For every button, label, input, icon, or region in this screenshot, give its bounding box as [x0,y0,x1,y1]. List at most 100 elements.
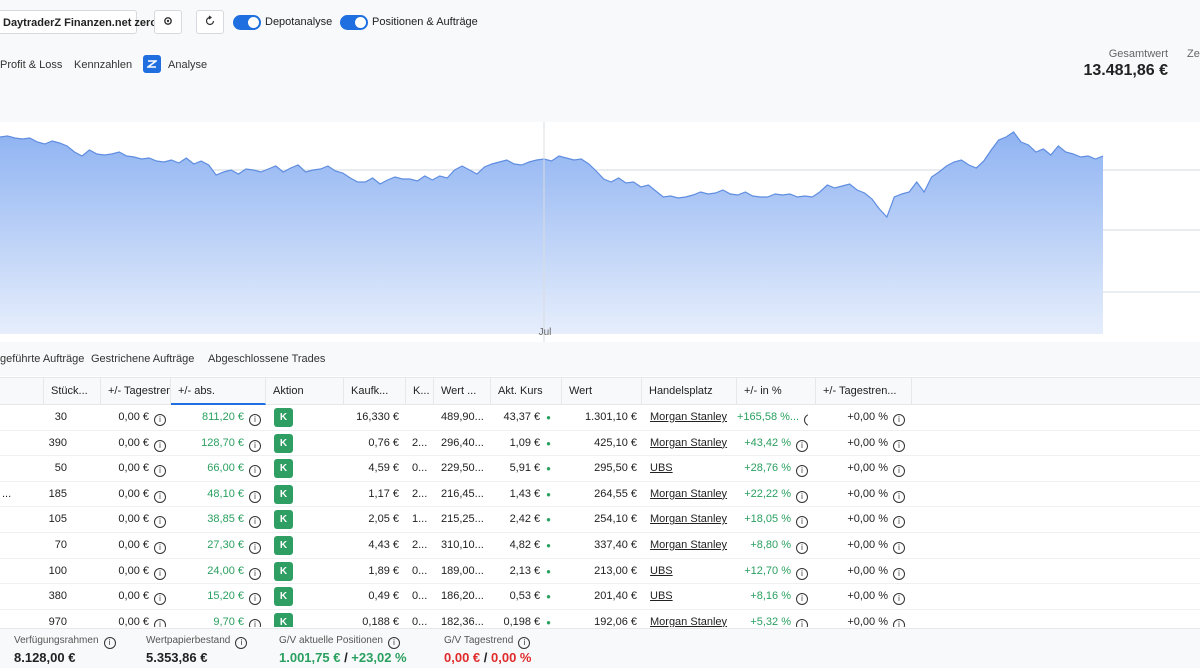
col-aktion[interactable]: Aktion [266,378,344,405]
col-abs[interactable]: +/- abs. [171,378,266,405]
info-icon[interactable]: i [796,465,808,478]
info-icon[interactable]: i [249,516,261,529]
subnav-kennzahlen[interactable]: Kennzahlen [74,59,132,71]
depotanalyse-toggle[interactable] [233,15,261,30]
info-icon[interactable]: i [235,637,248,649]
table-row[interactable]: 380 0,00 € i 15,20 € i K 0,49 € 0... 186,20... 0,… [0,584,1200,610]
venue-link[interactable]: Morgan Stanley [650,405,737,430]
info-icon[interactable]: i [154,542,166,554]
table-row[interactable]: 970 0,00 € i 9,70 € i K 0,188 € 0... 182,36... 0,… [0,610,1200,627]
info-icon[interactable]: i [249,593,261,606]
table-row[interactable]: 100 0,00 € i 24,00 € i K 1,89 € 0... 189,00... 2,… [0,559,1200,585]
info-icon[interactable]: i [796,490,808,503]
table-row[interactable]: 30 0,00 € i 811,20 € i K 16,330 € 489,90... 43,3… [0,405,1200,431]
info-icon[interactable]: i [893,567,905,580]
buy-action-badge[interactable]: K [274,433,293,453]
col-k[interactable]: K... [406,378,434,405]
info-icon[interactable]: i [796,618,808,627]
info-icon[interactable]: i [154,439,166,452]
info-icon[interactable]: i [249,567,261,580]
info-icon[interactable]: i [796,542,808,554]
info-icon[interactable]: i [154,414,166,426]
price-cell: 43,37 € ● [503,411,551,423]
col-akt-kurs[interactable]: Akt. Kurs [491,378,562,405]
tab-ausgefuehrte-auftraege[interactable]: geführte Aufträge [0,353,84,365]
table-row[interactable]: 70 0,00 € i 27,30 € i K 4,43 € 2... 310,10... 4,8… [0,533,1200,559]
table-row[interactable]: 50 0,00 € i 66,00 € i K 4,59 € 0... 229,50... 5,9… [0,456,1200,482]
info-icon[interactable]: i [893,618,905,627]
info-icon[interactable]: i [893,439,905,452]
live-indicator-icon: ● [546,489,551,499]
info-icon[interactable]: i [796,516,808,529]
col-handelsplatz[interactable]: Handelsplatz [642,378,737,405]
analyse-icon[interactable] [143,55,161,73]
info-icon[interactable]: i [893,414,905,426]
col-tagestrend-pct[interactable]: +/- Tagestren... [816,378,912,405]
buy-action-badge[interactable]: K [274,408,293,427]
venue-link[interactable]: Morgan Stanley [650,482,737,507]
tab-abgeschlossene-trades[interactable]: Abgeschlossene Trades [208,353,325,365]
info-icon[interactable]: i [154,567,166,580]
info-icon[interactable]: i [154,490,166,503]
info-icon[interactable]: i [796,567,808,580]
tab-gestrichene-auftraege[interactable]: Gestrichene Aufträge [91,353,194,365]
info-icon[interactable]: i [249,490,261,503]
info-icon[interactable]: i [154,618,166,627]
col-pct[interactable]: +/- in % [737,378,816,405]
info-icon[interactable]: i [796,593,808,606]
info-icon[interactable]: i [154,593,166,606]
buy-action-badge[interactable]: K [274,561,293,581]
subnav-profit-loss[interactable]: Profit & Loss [0,59,62,71]
qty-cell: 30 [54,411,67,423]
day-cell: 0,00 € i [101,482,166,507]
buy-action-badge[interactable]: K [274,484,293,504]
info-icon[interactable]: i [893,490,905,503]
table-row[interactable]: 105 0,00 € i 38,85 € i K 2,05 € 1... 215,25... 2,… [0,507,1200,533]
abs-cell: 128,70 € i [171,431,261,456]
info-icon[interactable]: i [893,542,905,554]
info-icon[interactable]: i [518,637,531,649]
info-icon[interactable]: i [387,637,400,649]
venue-link[interactable]: UBS [650,559,737,584]
qty-cell: 185 [48,487,67,500]
venue-link[interactable]: UBS [650,584,737,609]
settings-button[interactable] [154,10,182,34]
price-cell: 0,53 € ● [509,590,551,603]
refresh-button[interactable] [196,10,224,34]
info-icon[interactable]: i [154,516,166,529]
buy-action-badge[interactable]: K [274,587,293,607]
col-name[interactable] [0,378,44,405]
info-icon[interactable]: i [249,542,261,554]
col-stueck[interactable]: Stück... [44,378,101,405]
info-icon[interactable]: i [249,439,261,452]
info-icon[interactable]: i [103,637,116,649]
account-selector-button[interactable]: DaytraderZ Finanzen.net zero [0,10,157,34]
info-icon[interactable]: i [893,465,905,478]
info-icon[interactable]: i [154,465,166,478]
subnav-analyse[interactable]: Analyse [168,59,207,71]
col-tagestrend[interactable]: +/- Tagestren... [101,378,171,405]
venue-link[interactable]: Morgan Stanley [650,431,737,456]
buy-action-badge[interactable]: K [274,510,293,530]
buy-action-badge[interactable]: K [274,612,293,627]
info-icon[interactable]: i [249,414,261,426]
venue-link[interactable]: UBS [650,456,737,481]
col-kaufkurs[interactable]: Kaufk... [344,378,406,405]
info-icon[interactable]: i [796,439,808,452]
x-tick-label: Jul [539,327,552,338]
info-icon[interactable]: i [249,618,261,627]
table-row[interactable]: ... 185 0,00 € i 48,10 € i K 1,17 € 2... 216,45..… [0,482,1200,508]
info-icon[interactable]: i [804,414,808,426]
positionen-toggle[interactable] [340,15,368,30]
buy-action-badge[interactable]: K [274,536,293,555]
venue-link[interactable]: Morgan Stanley [650,533,737,558]
venue-link[interactable]: Morgan Stanley [650,507,737,532]
col-wert-kauf[interactable]: Wert ... [434,378,491,405]
info-icon[interactable]: i [249,465,261,478]
info-icon[interactable]: i [893,593,905,606]
info-icon[interactable]: i [893,516,905,529]
table-row[interactable]: 390 0,00 € i 128,70 € i K 0,76 € 2... 296,40... 1… [0,431,1200,457]
buy-action-badge[interactable]: K [274,459,293,479]
venue-link[interactable]: Morgan Stanley [650,610,737,627]
col-wert[interactable]: Wert [562,378,642,405]
